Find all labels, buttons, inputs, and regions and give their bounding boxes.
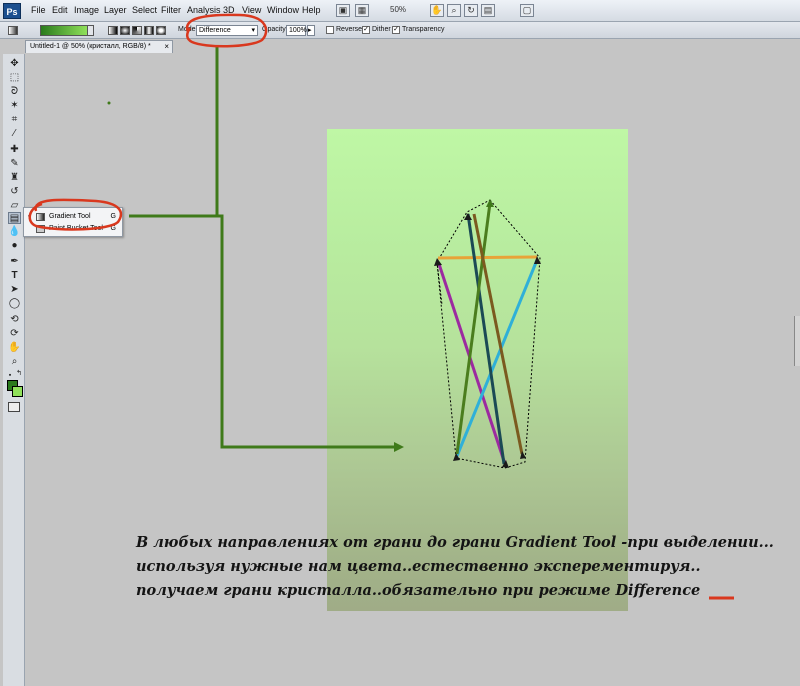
red-highlight-marks xyxy=(28,13,734,600)
gradient-strokes xyxy=(434,199,541,468)
crystal-selection-outline xyxy=(436,199,541,469)
green-callout-arrow xyxy=(107,46,404,452)
tutorial-caption: В любых направлениях от грани до грани G… xyxy=(136,531,796,603)
caption-line-1: В любых направлениях от грани до грани G… xyxy=(136,534,774,551)
caption-line-3: получаем грани кристалла..обязательно пр… xyxy=(136,582,701,599)
gradient-stroke-orange xyxy=(437,255,538,260)
caption-line-2: используя нужные нам цвета..естественно … xyxy=(136,558,701,575)
